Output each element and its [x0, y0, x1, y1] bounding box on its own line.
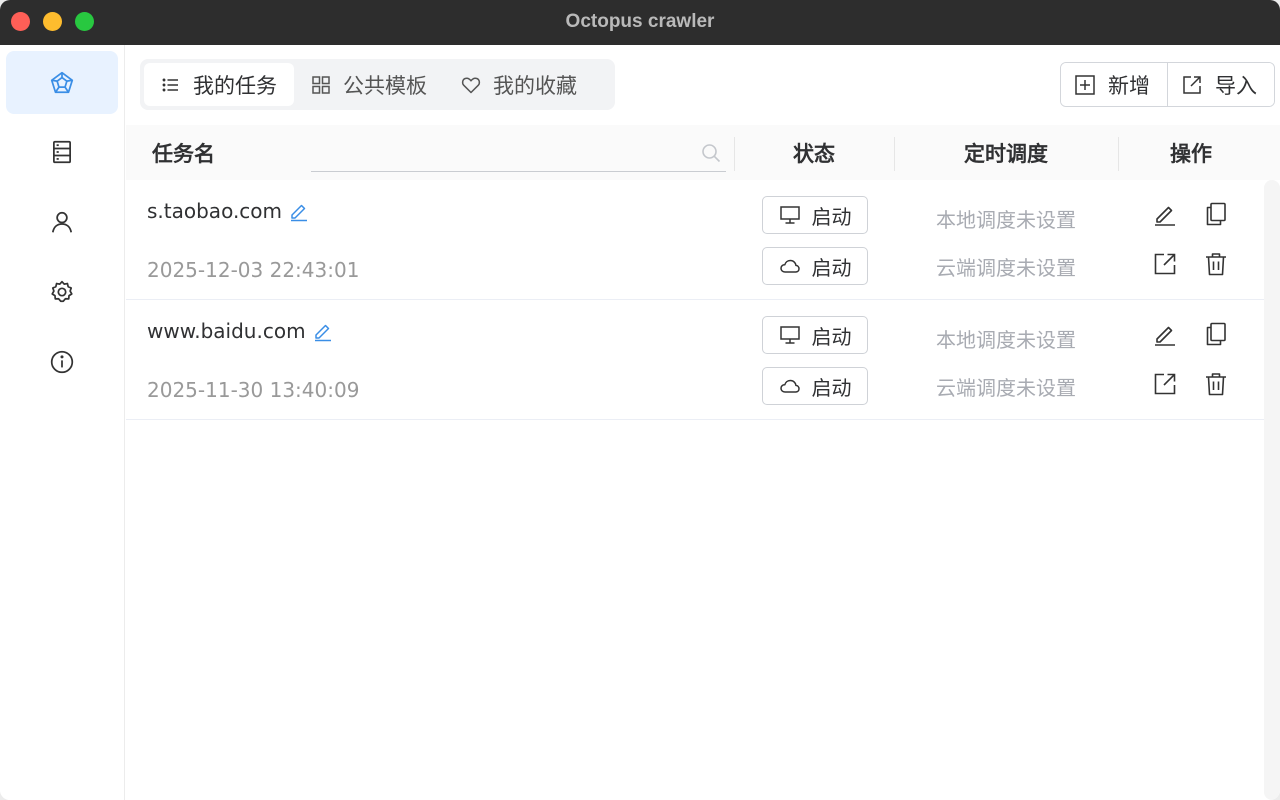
- column-header-name: 任务名: [152, 141, 215, 166]
- tab-label: 我的收藏: [493, 73, 577, 98]
- cloud-start-button[interactable]: 启动: [762, 247, 868, 285]
- search-icon[interactable]: [700, 142, 722, 164]
- edit-icon: [1155, 206, 1175, 226]
- export-task-button[interactable]: [1152, 251, 1178, 277]
- task-name: s.taobao.com: [147, 199, 310, 223]
- title-bar: Octopus crawler: [0, 0, 1280, 45]
- trash-icon: [1206, 253, 1226, 276]
- local-start-button[interactable]: 启动: [762, 196, 868, 234]
- local-schedule-status: 本地调度未设置: [936, 208, 1076, 232]
- local-start-button[interactable]: 启动: [762, 316, 868, 354]
- edit-icon: [1155, 326, 1175, 346]
- export-task-button[interactable]: [1152, 371, 1178, 397]
- copy-task-button[interactable]: [1203, 321, 1229, 347]
- task-list: s.taobao.com 2025-12-03 22:43:01 启动 启动 本…: [126, 180, 1264, 420]
- tab-label: 我的任务: [193, 73, 277, 98]
- local-schedule-status: 本地调度未设置: [936, 328, 1076, 352]
- tab-public-templates[interactable]: 公共模板: [294, 63, 444, 106]
- export-icon: [1154, 373, 1176, 395]
- add-task-button[interactable]: 新增: [1061, 63, 1167, 106]
- octopus-logo-icon: [50, 71, 74, 93]
- list-icon: [162, 78, 178, 91]
- cloud-schedule-status: 云端调度未设置: [936, 376, 1076, 400]
- export-icon: [1154, 253, 1176, 275]
- start-label: 启动: [811, 324, 852, 349]
- edit-name-icon[interactable]: [312, 320, 334, 342]
- table-scrollbar[interactable]: [1264, 180, 1280, 800]
- info-icon: [50, 350, 74, 373]
- tab-my-tasks[interactable]: 我的任务: [144, 63, 294, 106]
- start-label: 启动: [811, 375, 852, 400]
- copy-task-button[interactable]: [1203, 201, 1229, 227]
- tab-my-favorites[interactable]: 我的收藏: [444, 63, 594, 106]
- add-task-label: 新增: [1108, 73, 1150, 98]
- sidebar-item-settings[interactable]: [6, 260, 118, 323]
- window-title: Octopus crawler: [565, 11, 715, 32]
- task-name-text: www.baidu.com: [147, 319, 306, 343]
- cloud-icon: [779, 379, 800, 393]
- table-row: s.taobao.com 2025-12-03 22:43:01 启动 启动 本…: [126, 180, 1264, 300]
- task-created-time: 2025-12-03 22:43:01: [147, 258, 360, 282]
- plus-square-icon: [1075, 74, 1095, 95]
- heart-icon: [461, 76, 481, 93]
- task-name: www.baidu.com: [147, 319, 334, 343]
- sidebar: [0, 45, 125, 800]
- search-input[interactable]: [311, 135, 691, 171]
- column-header-ops: 操作: [1170, 141, 1212, 166]
- sidebar-item-about[interactable]: [6, 330, 118, 393]
- column-header-status: 状态: [793, 141, 835, 166]
- trash-icon: [1206, 373, 1226, 396]
- task-search: [311, 135, 726, 172]
- tab-group: 我的任务 公共模板 我的收藏: [140, 59, 615, 110]
- start-label: 启动: [811, 255, 852, 280]
- cloud-schedule-status: 云端调度未设置: [936, 256, 1076, 280]
- sidebar-item-user[interactable]: [6, 190, 118, 253]
- edit-task-button[interactable]: [1152, 321, 1178, 347]
- user-icon: [51, 211, 73, 232]
- export-icon: [1183, 75, 1201, 94]
- delete-task-button[interactable]: [1203, 371, 1229, 397]
- task-name-text: s.taobao.com: [147, 199, 283, 223]
- grid-icon: [312, 75, 330, 94]
- sidebar-item-server[interactable]: [6, 120, 118, 183]
- edit-task-button[interactable]: [1152, 201, 1178, 227]
- gear-icon: [51, 280, 73, 302]
- action-button-group: 新增 导入: [1060, 62, 1275, 107]
- table-row: www.baidu.com 2025-11-30 13:40:09 启动 启动 …: [126, 300, 1264, 420]
- app-window: Octopus crawler 我的任务 公共模板 我的收藏 新增 导入 任务名…: [0, 0, 1280, 800]
- monitor-icon: [779, 326, 800, 344]
- edit-name-icon[interactable]: [288, 200, 310, 222]
- sidebar-item-tasks[interactable]: [6, 51, 118, 114]
- server-icon: [53, 140, 71, 163]
- import-button[interactable]: 导入: [1167, 63, 1274, 106]
- copy-icon: [1206, 202, 1226, 226]
- delete-task-button[interactable]: [1203, 251, 1229, 277]
- tab-label: 公共模板: [343, 73, 427, 98]
- copy-icon: [1206, 322, 1226, 346]
- start-label: 启动: [811, 204, 852, 229]
- cloud-icon: [779, 259, 800, 273]
- main-panel: 我的任务 公共模板 我的收藏 新增 导入 任务名 状态 定时调度 操作 s.ta…: [126, 45, 1280, 800]
- monitor-icon: [779, 206, 800, 224]
- task-created-time: 2025-11-30 13:40:09: [147, 378, 360, 402]
- cloud-start-button[interactable]: 启动: [762, 367, 868, 405]
- table-header: 任务名 状态 定时调度 操作: [126, 125, 1280, 180]
- column-header-schedule: 定时调度: [964, 141, 1048, 166]
- import-label: 导入: [1215, 73, 1257, 98]
